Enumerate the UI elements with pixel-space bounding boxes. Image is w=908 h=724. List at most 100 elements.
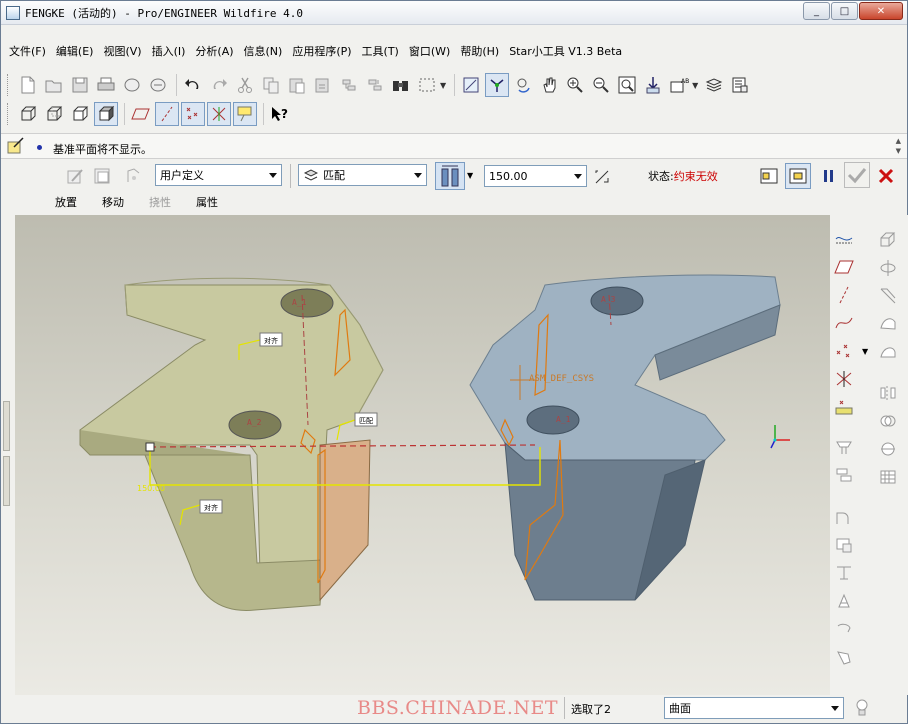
datum-axis-tool-icon[interactable] xyxy=(832,283,856,307)
menu-tools[interactable]: 工具(T) xyxy=(362,43,399,59)
select-dropdown-icon[interactable]: ▼ xyxy=(440,81,446,90)
left-part[interactable] xyxy=(79,277,384,611)
regen-manager-icon[interactable] xyxy=(363,73,387,97)
sweep-tool-icon[interactable] xyxy=(832,645,856,669)
dynamic-move-icon[interactable] xyxy=(121,164,145,188)
pattern-tool-icon[interactable] xyxy=(876,465,900,489)
menu-analysis[interactable]: 分析(A) xyxy=(195,43,233,59)
zoom-in-icon[interactable] xyxy=(563,73,587,97)
style-tool-icon[interactable] xyxy=(876,339,900,363)
menu-window[interactable]: 窗口(W) xyxy=(409,43,450,59)
show-component-in-assembly-icon[interactable] xyxy=(785,163,811,189)
saved-views-dropdown-icon[interactable]: ▼ xyxy=(692,81,698,90)
pause-icon[interactable] xyxy=(817,164,841,188)
left-panel-expand-handle[interactable] xyxy=(3,401,10,451)
revolve-tool-icon[interactable] xyxy=(832,617,856,641)
layers-icon[interactable] xyxy=(702,73,726,97)
paste-special-icon[interactable] xyxy=(311,73,335,97)
datum-point-dropdown-icon[interactable]: ▼ xyxy=(862,347,868,356)
spin-center-icon[interactable] xyxy=(485,73,510,97)
select-box-icon[interactable] xyxy=(415,73,439,97)
open-icon[interactable] xyxy=(42,73,66,97)
menu-info[interactable]: 信息(N) xyxy=(244,43,283,59)
wireframe-icon[interactable] xyxy=(16,102,40,126)
copy-icon[interactable] xyxy=(259,73,283,97)
saved-views-icon[interactable]: AB xyxy=(667,73,691,97)
reorient-icon[interactable] xyxy=(641,73,665,97)
shell-tool-icon[interactable] xyxy=(832,463,856,487)
analysis-feature-icon[interactable] xyxy=(832,395,856,419)
show-component-window-icon[interactable] xyxy=(757,164,781,188)
flip-constraint-icon[interactable] xyxy=(590,165,614,189)
separate-window-icon[interactable] xyxy=(91,164,115,188)
sketch-tool-icon[interactable] xyxy=(832,227,856,251)
menu-view[interactable]: 视图(V) xyxy=(103,43,141,59)
redo-icon[interactable] xyxy=(207,73,231,97)
pan-hand-icon[interactable] xyxy=(537,73,561,97)
datum-point-tool-icon[interactable] xyxy=(832,339,856,363)
trim-tool-icon[interactable] xyxy=(876,437,900,461)
apply-checkmark-icon[interactable] xyxy=(844,162,870,188)
csys-tool-icon[interactable] xyxy=(832,367,856,391)
view-default-icon[interactable] xyxy=(459,73,483,97)
menu-applications[interactable]: 应用程序(P) xyxy=(292,43,351,59)
revolve-solid-icon[interactable] xyxy=(876,255,900,279)
save-icon[interactable] xyxy=(68,73,92,97)
datum-axes-icon[interactable] xyxy=(155,102,179,126)
close-button[interactable]: ✕ xyxy=(859,2,903,20)
constraint-set-select[interactable]: 用户定义 xyxy=(155,164,282,186)
find-icon[interactable] xyxy=(389,73,413,97)
no-hidden-icon[interactable] xyxy=(68,102,92,126)
datum-planes-icon[interactable] xyxy=(129,102,153,126)
undo-icon[interactable] xyxy=(181,73,205,97)
zoom-out-icon[interactable] xyxy=(589,73,613,97)
cancel-x-icon[interactable] xyxy=(874,164,898,188)
shading-icon[interactable] xyxy=(94,102,118,126)
right-part[interactable] xyxy=(469,274,781,601)
offset-type-dropdown-icon[interactable]: ▼ xyxy=(467,171,473,180)
edit-placement-icon[interactable] xyxy=(63,164,87,188)
datum-curve-tool-icon[interactable] xyxy=(832,311,856,335)
merge-tool-icon[interactable] xyxy=(876,409,900,433)
model-tree-icon[interactable] xyxy=(728,73,752,97)
new-icon[interactable] xyxy=(16,73,40,97)
datum-plane-tool-icon[interactable] xyxy=(832,255,856,279)
lightbulb-icon[interactable] xyxy=(853,698,871,718)
tab-properties[interactable]: 属性 xyxy=(196,194,218,210)
coordinate-systems-icon[interactable] xyxy=(207,102,231,126)
hidden-line-icon[interactable] xyxy=(42,102,66,126)
message-scroll-icon[interactable]: ▲ ▼ xyxy=(896,136,901,156)
datum-points-icon[interactable] xyxy=(181,102,205,126)
context-help-icon[interactable]: ? xyxy=(268,102,292,126)
orient-mode-icon[interactable] xyxy=(511,73,535,97)
variable-sweep-icon[interactable] xyxy=(876,283,900,307)
menu-edit[interactable]: 编辑(E) xyxy=(56,43,94,59)
send-link-icon[interactable] xyxy=(146,73,170,97)
menu-file[interactable]: 文件(F) xyxy=(9,43,46,59)
constraint-type-select[interactable]: 匹配 xyxy=(298,164,427,186)
regenerate-icon[interactable] xyxy=(337,73,361,97)
menu-insert[interactable]: 插入(I) xyxy=(152,43,186,59)
tab-move[interactable]: 移动 xyxy=(102,194,124,210)
rib-tool-icon[interactable] xyxy=(832,589,856,613)
tab-placement[interactable]: 放置 xyxy=(55,194,77,210)
paste-icon[interactable] xyxy=(285,73,309,97)
print-icon[interactable] xyxy=(94,73,118,97)
cut-icon[interactable] xyxy=(233,73,257,97)
menu-help[interactable]: 帮助(H) xyxy=(460,43,499,59)
offset-type-button[interactable] xyxy=(435,162,465,190)
hole-tool-icon[interactable] xyxy=(832,435,856,459)
annotations-icon[interactable] xyxy=(233,102,257,126)
refit-icon[interactable] xyxy=(615,73,639,97)
mirror-tool-icon[interactable] xyxy=(876,381,900,405)
graphics-window[interactable]: 150.00 对齐 匹配 对齐 A_1 A_2 A_3 A_1 ASM_DEF_… xyxy=(15,215,830,695)
round-tool-icon[interactable] xyxy=(832,505,856,529)
draft-tool-icon[interactable] xyxy=(832,561,856,585)
minimize-button[interactable]: _ xyxy=(803,2,830,20)
model-viewport[interactable]: 150.00 对齐 匹配 对齐 A_1 A_2 A_3 A_1 ASM_DEF_… xyxy=(15,215,830,695)
offset-value-input[interactable]: 150.00 xyxy=(484,165,587,187)
send-mail-icon[interactable] xyxy=(120,73,144,97)
boundary-blend-icon[interactable] xyxy=(876,311,900,335)
selection-filter-select[interactable]: 曲面 xyxy=(664,697,844,719)
message-log-icon[interactable] xyxy=(6,137,26,155)
